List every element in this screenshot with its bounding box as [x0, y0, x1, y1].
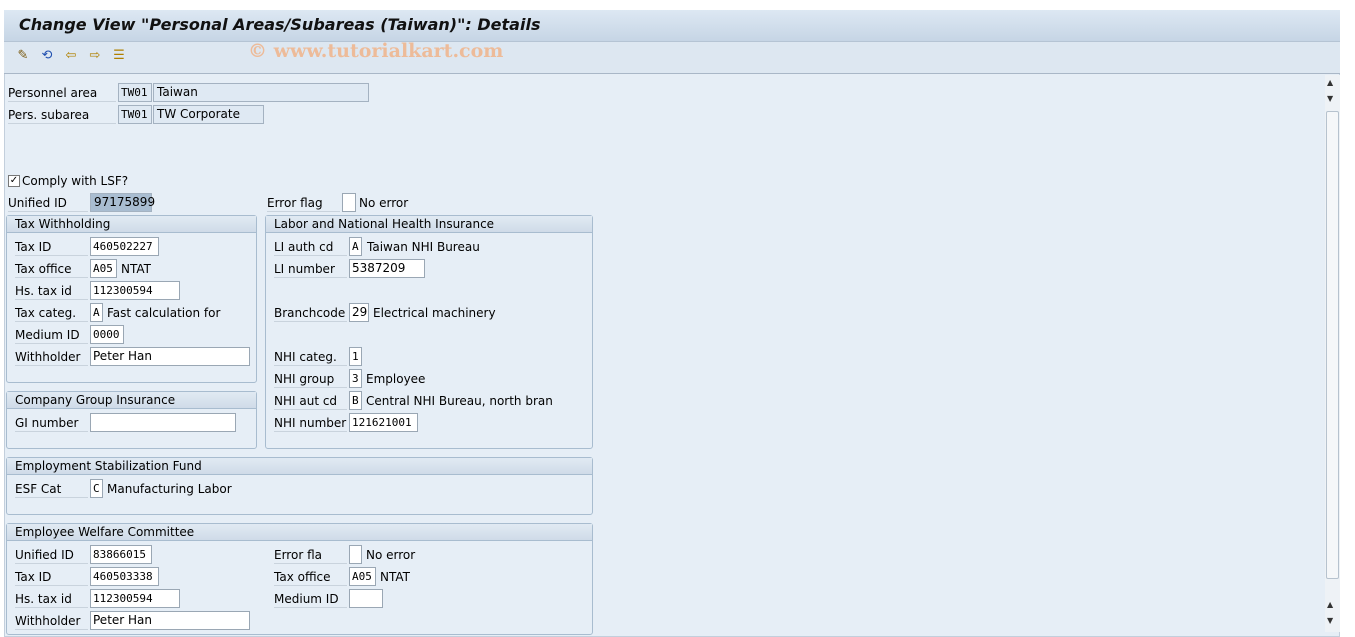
gi-number-field[interactable] — [90, 413, 236, 432]
ewc-error-flag-field[interactable] — [349, 545, 362, 564]
pers-subarea-text: TW Corporate — [153, 105, 264, 124]
ewc-unified-id-label: Unified ID — [15, 546, 88, 564]
medium-id-field[interactable]: 0000 — [90, 325, 124, 344]
scroll-down-icon[interactable]: ▼ — [1327, 94, 1333, 103]
group-title: Company Group Insurance — [7, 392, 256, 409]
group-title: Tax Withholding — [7, 216, 256, 233]
toolbar: ✎ ⟲ ⇦ ⇨ ☰ — [4, 42, 1340, 74]
esf-cat-text: Manufacturing Labor — [107, 482, 232, 496]
ewc-medium-id-label: Medium ID — [274, 590, 347, 608]
page-title: Change View "Personal Areas/Subareas (Ta… — [19, 15, 541, 34]
tax-categ-field[interactable]: A — [90, 303, 103, 322]
li-auth-label: LI auth cd — [274, 238, 347, 256]
nhi-categ-field[interactable]: 1 — [349, 347, 362, 366]
hs-tax-id-label: Hs. tax id — [15, 282, 88, 300]
gi-number-label: GI number — [15, 414, 88, 432]
unified-id-field[interactable]: 97175899 — [90, 193, 155, 212]
scrollbar-thumb[interactable] — [1326, 111, 1339, 579]
esf-cat-label: ESF Cat — [15, 480, 88, 498]
nhi-aut-field[interactable]: B — [349, 391, 362, 410]
nhi-number-field[interactable]: 121621001 — [349, 413, 418, 432]
pers-subarea-label: Pers. subarea — [8, 106, 116, 124]
nhi-number-label: NHI number — [274, 416, 347, 432]
scroll-up-icon[interactable]: ▲ — [1327, 600, 1333, 609]
li-auth-field[interactable]: A — [349, 237, 362, 256]
medium-id-label: Medium ID — [15, 326, 88, 344]
li-number-label: LI number — [274, 260, 347, 278]
tax-categ-label: Tax categ. — [15, 304, 88, 322]
ewc-tax-id-field[interactable]: 460503338 — [90, 567, 159, 586]
scroll-up-icon[interactable]: ▲ — [1327, 78, 1333, 87]
select-entry-icon[interactable]: ☰ — [111, 48, 127, 64]
nhi-categ-label: NHI categ. — [274, 348, 347, 366]
title-bar: Change View "Personal Areas/Subareas (Ta… — [4, 10, 1340, 42]
tax-id-field[interactable]: 460502227 — [90, 237, 159, 256]
nhi-group-label: NHI group — [274, 370, 347, 388]
error-flag-field[interactable] — [342, 193, 356, 212]
edit-pencil-icon[interactable]: ✎ — [15, 48, 31, 64]
scroll-down-icon[interactable]: ▼ — [1327, 616, 1333, 625]
personnel-area-code: TW01 — [118, 83, 152, 102]
comply-lsf-label: Comply with LSF? — [22, 174, 129, 188]
nhi-aut-text: Central NHI Bureau, north bran — [366, 394, 553, 408]
ewc-withholder-field[interactable]: Peter Han — [90, 611, 250, 630]
tax-office-field[interactable]: A05 — [90, 259, 117, 278]
personnel-area-text: Taiwan — [153, 83, 369, 102]
nhi-aut-label: NHI aut cd — [274, 392, 347, 410]
esf-cat-field[interactable]: C — [90, 479, 103, 498]
ewc-error-flag-text: No error — [366, 548, 416, 562]
nhi-group-field[interactable]: 3 — [349, 369, 362, 388]
tax-office-label: Tax office — [15, 260, 88, 278]
li-auth-text: Taiwan NHI Bureau — [367, 240, 480, 254]
previous-entry-icon[interactable]: ⇦ — [63, 48, 79, 64]
withholder-field[interactable]: Peter Han — [90, 347, 250, 366]
error-flag-text: No error — [359, 196, 409, 210]
tax-office-text: NTAT — [121, 262, 151, 276]
error-flag-label: Error flag — [267, 194, 340, 212]
ewc-tax-office-label: Tax office — [274, 568, 347, 586]
ewc-tax-office-field[interactable]: A05 — [349, 567, 376, 586]
li-number-field[interactable]: 5387209 — [349, 259, 425, 278]
unified-id-label: Unified ID — [8, 194, 88, 212]
comply-lsf-checkbox[interactable]: ✓ — [8, 175, 20, 187]
ewc-unified-id-field[interactable]: 83866015 — [90, 545, 152, 564]
branchcode-field[interactable]: 29 — [349, 303, 369, 322]
tax-id-label: Tax ID — [15, 238, 88, 256]
ewc-error-flag-label: Error fla — [274, 546, 347, 564]
branchcode-label: Branchcode — [274, 306, 347, 322]
pers-subarea-code: TW01 — [118, 105, 152, 124]
next-entry-icon[interactable]: ⇨ — [87, 48, 103, 64]
ewc-tax-office-text: NTAT — [380, 570, 410, 584]
group-title: Employment Stabilization Fund — [7, 458, 592, 475]
group-title: Employee Welfare Committee — [7, 524, 592, 541]
withholder-label: Withholder — [15, 348, 88, 366]
ewc-withholder-label: Withholder — [15, 612, 88, 630]
other-view-icon[interactable]: ⟲ — [39, 48, 55, 64]
nhi-group-text: Employee — [366, 372, 426, 386]
ewc-medium-id-field[interactable] — [349, 589, 383, 608]
branchcode-text: Electrical machinery — [373, 306, 496, 320]
ewc-hs-tax-id-field[interactable]: 112300594 — [90, 589, 180, 608]
tax-categ-text: Fast calculation for — [107, 306, 221, 320]
watermark: © www.tutorialkart.com — [248, 40, 504, 62]
ewc-tax-id-label: Tax ID — [15, 568, 88, 586]
ewc-hs-tax-id-label: Hs. tax id — [15, 590, 88, 608]
vertical-scrollbar[interactable]: ▲ ▼ ▲ ▼ — [1325, 75, 1340, 632]
personnel-area-label: Personnel area — [8, 84, 116, 102]
group-title: Labor and National Health Insurance — [266, 216, 592, 233]
hs-tax-id-field[interactable]: 112300594 — [90, 281, 180, 300]
